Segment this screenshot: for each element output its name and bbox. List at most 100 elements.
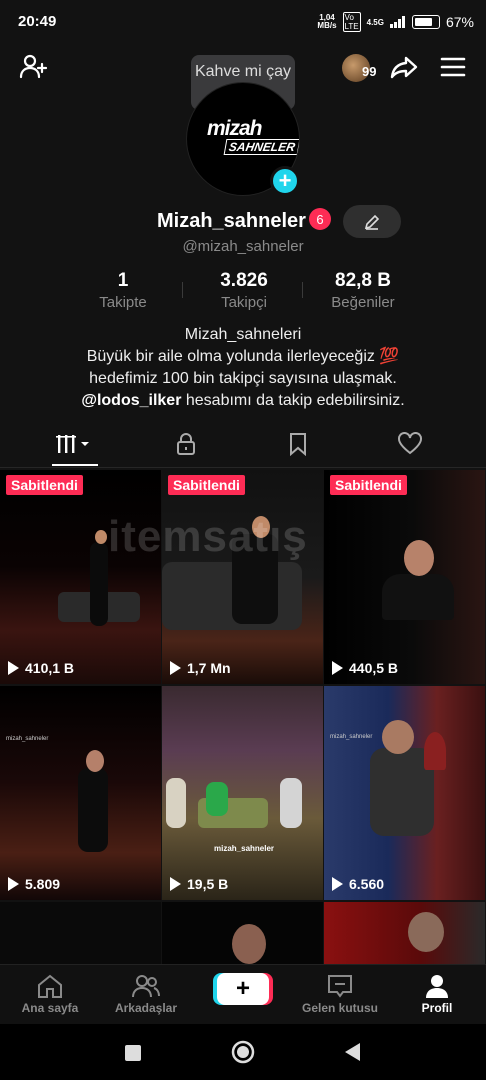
video-logo: mizah_sahneler	[6, 736, 49, 742]
avatar-logo-top: mizah	[207, 117, 263, 140]
name-badge[interactable]: 6	[309, 208, 331, 230]
menu-button[interactable]	[438, 52, 468, 82]
view-count: 6.560	[332, 876, 384, 892]
tab-saved[interactable]	[268, 424, 328, 464]
view-count-value: 410,1 B	[25, 660, 75, 676]
friends-icon	[132, 975, 160, 998]
hat-shape	[424, 732, 446, 770]
head-shape	[232, 924, 266, 964]
stat-followers-value: 3.826	[220, 270, 268, 291]
pinned-badge: Sabitlendi	[6, 475, 83, 495]
add-friend-button[interactable]	[18, 52, 48, 82]
view-count-value: 5.809	[25, 876, 61, 892]
stat-following-value: 1	[117, 270, 129, 291]
stat-likes-value: 82,8 B	[335, 270, 391, 291]
stat-following-label: Takipte	[99, 294, 147, 311]
view-count-value: 19,5 B	[187, 876, 229, 892]
bio-line: Mizah_sahneleri	[184, 326, 302, 343]
tab-videos[interactable]	[45, 424, 105, 464]
menu-icon	[440, 57, 466, 77]
view-count-value: 1,7 Mn	[187, 660, 231, 676]
tab-liked[interactable]	[380, 424, 440, 464]
status-icons: 1,04 MB/s Vo LTE 4.5G 67%	[317, 12, 474, 32]
video-thumbnail[interactable]	[324, 902, 485, 964]
bottom-nav: Ana sayfa Arkadaşlar + Gelen kutusu Prof…	[0, 964, 486, 1024]
nav-inbox[interactable]: Gelen kutusu	[290, 971, 390, 1015]
home-system-button[interactable]	[231, 1040, 255, 1069]
head-shape	[408, 912, 444, 952]
volte-icon: Vo LTE	[342, 12, 361, 32]
pinned-badge: Sabitlendi	[168, 475, 245, 495]
tab-active-indicator	[52, 464, 98, 466]
video-thumbnail[interactable]: Sabitlendi 440,5 B	[324, 470, 485, 684]
create-video-button[interactable]: +	[217, 973, 269, 1005]
video-thumbnail[interactable]: mizah_sahneler 6.560	[324, 686, 485, 900]
video-logo: mizah_sahneler	[214, 844, 275, 853]
battery-percent: 67%	[445, 14, 474, 30]
recents-button[interactable]	[124, 1044, 142, 1067]
video-logo: mizah_sahneler	[330, 734, 373, 740]
avatar-logo-bottom: SAHNELER	[223, 139, 299, 155]
stat-followers[interactable]: 3.826 Takipçi	[196, 270, 292, 311]
play-icon	[332, 877, 343, 891]
person-silhouette	[90, 542, 108, 626]
stat-divider	[182, 282, 183, 298]
stat-divider	[302, 282, 303, 298]
share-icon	[390, 56, 418, 79]
friends-count-badge: 99	[362, 64, 377, 79]
nav-friends-label: Arkadaşlar	[114, 1001, 178, 1015]
video-thumbnail[interactable]	[162, 902, 323, 964]
view-count: 19,5 B	[170, 876, 228, 892]
stat-following[interactable]: 1 Takipte	[80, 270, 166, 311]
play-icon	[170, 877, 181, 891]
head-shape	[382, 720, 414, 754]
view-count: 410,1 B	[8, 660, 74, 676]
home-icon	[38, 974, 62, 998]
signal-label: 4.5G	[366, 17, 384, 27]
add-story-button[interactable]: +	[270, 166, 300, 196]
video-thumbnail[interactable]: mizah_sahneler 5.809	[0, 686, 161, 900]
person-silhouette	[280, 778, 302, 828]
nav-friends[interactable]: Arkadaşlar	[96, 971, 196, 1015]
share-button[interactable]	[389, 52, 419, 82]
bio-line: @lodos_ilker hesabımı da takip edebilirs…	[0, 390, 486, 412]
video-thumbnail[interactable]	[0, 902, 161, 964]
nav-profile-label: Profil	[421, 1001, 453, 1015]
grid-icon	[56, 435, 89, 453]
person-silhouette	[206, 782, 228, 816]
nav-home[interactable]: Ana sayfa	[0, 971, 100, 1015]
view-count: 5.809	[8, 876, 60, 892]
nav-home-label: Ana sayfa	[21, 1001, 79, 1015]
video-thumbnail[interactable]: Sabitlendi 1,7 Mn	[162, 470, 323, 684]
profile-icon	[426, 975, 448, 998]
back-button[interactable]	[344, 1042, 362, 1067]
bio-line-rest: hesabımı da takip edebilirsiniz.	[181, 392, 405, 409]
edit-profile-button[interactable]	[343, 205, 401, 238]
bio-line: hedefimiz 100 bin takipçi sayısına ulaşm…	[89, 370, 397, 387]
network-speed-unit: MB/s	[317, 21, 337, 30]
system-nav-bar	[0, 1024, 486, 1080]
video-thumbnail[interactable]: Sabitlendi 410,1 B	[0, 470, 161, 684]
tab-private[interactable]	[156, 424, 216, 464]
status-time: 20:49	[18, 13, 57, 30]
display-name: Mizah_sahneler	[157, 210, 306, 232]
square-icon	[125, 1045, 141, 1061]
plus-icon: +	[278, 168, 292, 193]
status-bar: 20:49 1,04 MB/s Vo LTE 4.5G 67%	[0, 0, 486, 44]
name-row: Mizah_sahneler	[0, 208, 486, 238]
watermark: itemsatış	[108, 512, 308, 561]
pinned-badge: Sabitlendi	[330, 475, 407, 495]
stat-likes-label: Beğeniler	[331, 294, 395, 311]
bio-mention-link[interactable]: @lodos_ilker	[81, 392, 181, 409]
video-thumbnail[interactable]: mizah_sahneler 19,5 B	[162, 686, 323, 900]
profile-tabs	[0, 424, 486, 468]
person-silhouette	[78, 768, 108, 852]
bio: Mizah_sahneleri Büyük bir aile olma yolu…	[0, 324, 486, 412]
battery-icon	[411, 15, 440, 29]
circle-icon	[231, 1040, 255, 1064]
nav-profile[interactable]: Profil	[387, 971, 486, 1015]
play-icon	[332, 661, 343, 675]
stat-likes[interactable]: 82,8 B Beğeniler	[316, 270, 410, 311]
view-count-value: 440,5 B	[349, 660, 399, 676]
inbox-icon	[328, 975, 352, 998]
